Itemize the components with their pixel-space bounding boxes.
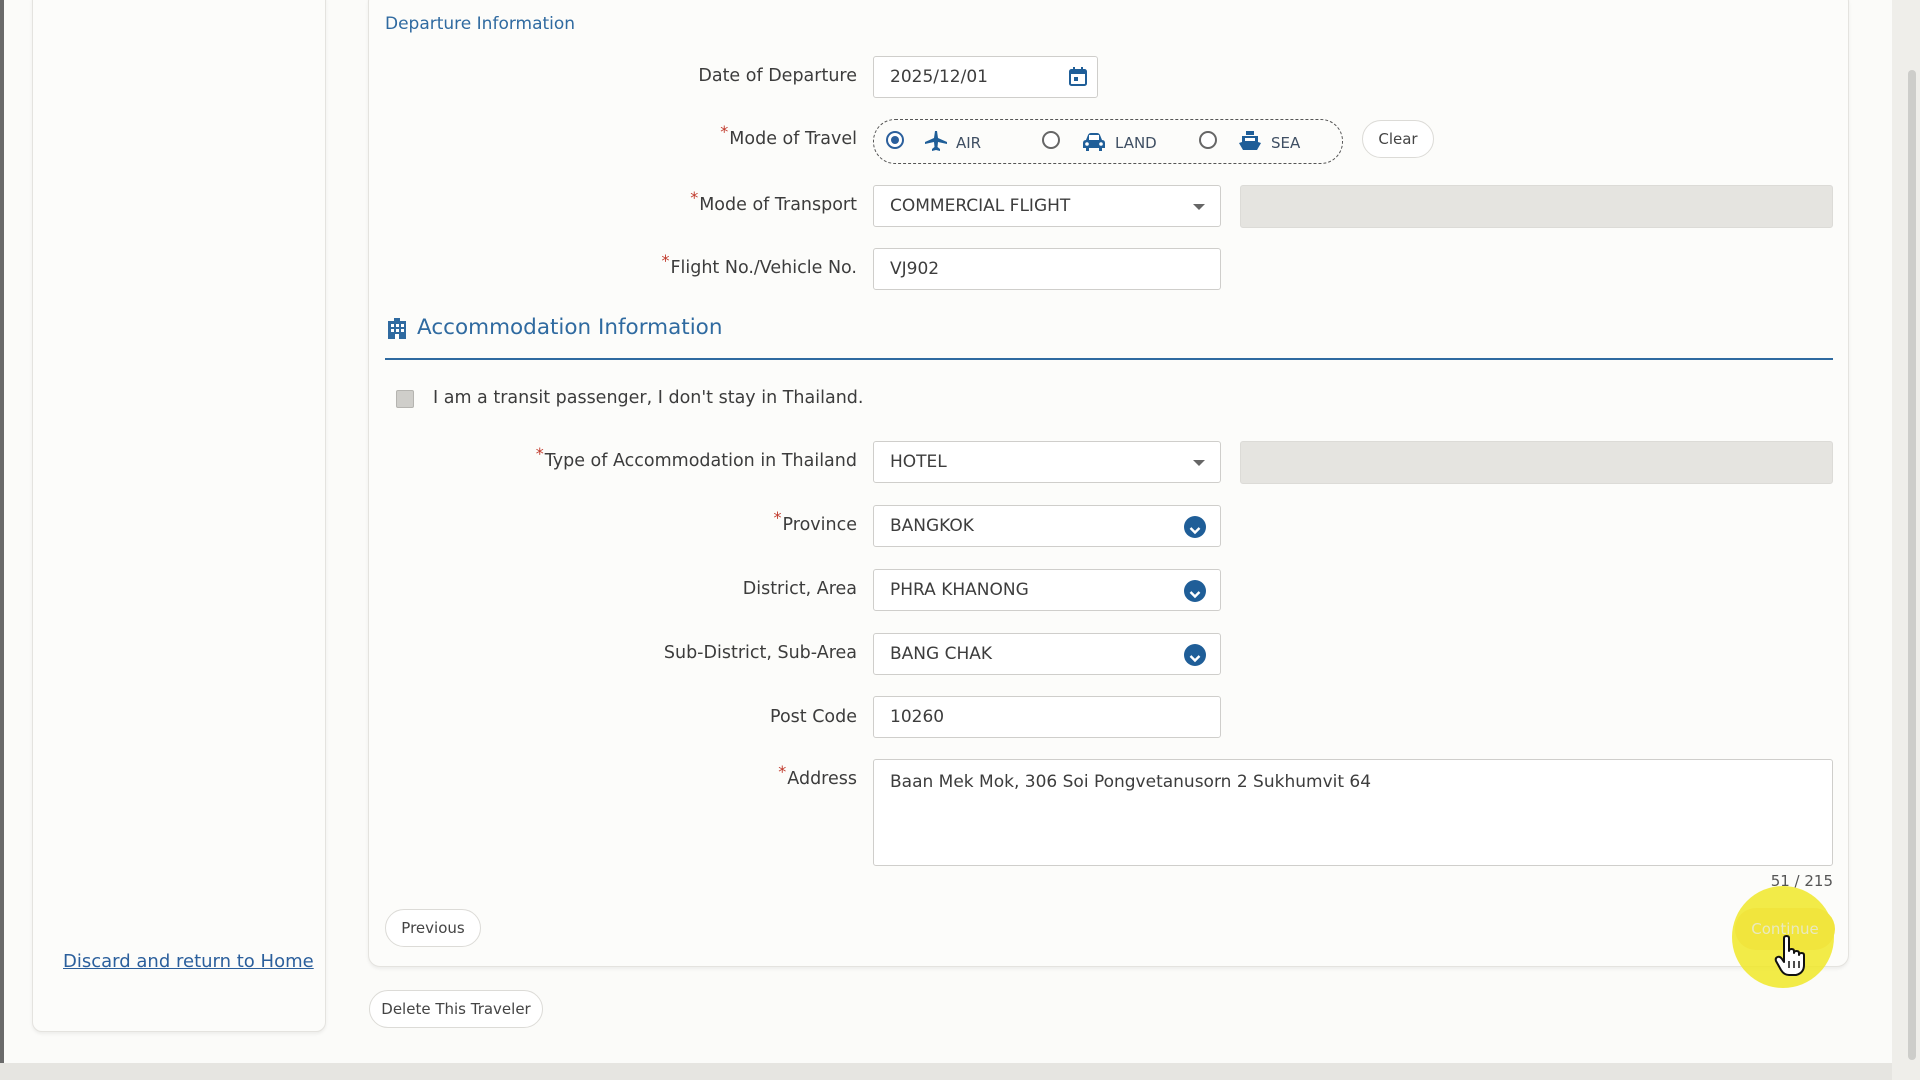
section-divider: [385, 358, 1833, 360]
required-asterisk: *: [661, 251, 670, 270]
postcode-label: Post Code: [770, 707, 857, 727]
district-label: District, Area: [742, 579, 857, 599]
car-icon: [1083, 133, 1105, 151]
hand-cursor-icon: [1774, 935, 1805, 976]
required-asterisk: *: [535, 444, 544, 463]
address-textarea[interactable]: Baan Mek Mok, 306 Soi Pongvetanusorn 2 S…: [873, 759, 1833, 866]
chevron-down-icon: [1193, 460, 1205, 466]
sea-radio[interactable]: [1199, 131, 1217, 149]
scrollbar-thumb[interactable]: [1908, 70, 1916, 1060]
air-radio[interactable]: [886, 131, 904, 149]
clear-button[interactable]: Clear: [1362, 120, 1434, 158]
date-of-departure-input[interactable]: 2025/12/01: [873, 56, 1098, 98]
plane-icon: [925, 131, 947, 151]
sidebar: [32, 0, 326, 1032]
province-select[interactable]: BANGKOK: [873, 505, 1221, 547]
scrollbar[interactable]: [1892, 0, 1920, 1080]
transit-passenger-checkbox[interactable]: [396, 390, 414, 408]
land-radio[interactable]: [1042, 131, 1060, 149]
chevron-down-icon[interactable]: [1184, 644, 1206, 666]
mode-of-travel-radio-group: AIR LAND SEA: [873, 119, 1343, 164]
district-value: PHRA KHANONG: [890, 580, 1029, 600]
mode-of-transport-select[interactable]: COMMERCIAL FLIGHT: [873, 185, 1221, 227]
province-label: *Province: [773, 508, 857, 535]
transit-passenger-label[interactable]: I am a transit passenger, I don't stay i…: [433, 388, 863, 408]
subdistrict-value: BANG CHAK: [890, 644, 993, 664]
subdistrict-label: Sub-District, Sub-Area: [663, 643, 857, 663]
mode-of-transport-label: *Mode of Transport: [690, 188, 857, 215]
sea-label[interactable]: SEA: [1271, 134, 1300, 152]
required-asterisk: *: [773, 508, 782, 527]
district-select[interactable]: PHRA KHANONG: [873, 569, 1221, 611]
province-value: BANGKOK: [890, 516, 974, 536]
postcode-value: 10260: [890, 707, 945, 727]
calendar-icon[interactable]: [1067, 66, 1089, 88]
air-label[interactable]: AIR: [956, 134, 981, 152]
accommodation-type-other-field: [1240, 441, 1833, 484]
flight-number-input[interactable]: VJ902: [873, 248, 1221, 290]
required-asterisk: *: [778, 762, 787, 781]
mode-of-travel-label: *Mode of Travel: [720, 122, 857, 149]
chevron-down-icon[interactable]: [1184, 580, 1206, 602]
chevron-down-icon[interactable]: [1184, 516, 1206, 538]
subdistrict-select[interactable]: BANG CHAK: [873, 633, 1221, 675]
accommodation-section-title: Accommodation Information: [417, 315, 723, 340]
accommodation-type-select[interactable]: HOTEL: [873, 441, 1221, 483]
mode-of-transport-value: COMMERCIAL FLIGHT: [890, 196, 1071, 216]
delete-traveler-button[interactable]: Delete This Traveler: [369, 990, 543, 1028]
accommodation-type-label: *Type of Accommodation in Thailand: [535, 444, 857, 471]
building-icon: [388, 318, 406, 339]
flight-number-value: VJ902: [890, 259, 940, 279]
required-asterisk: *: [690, 188, 699, 207]
address-label: *Address: [778, 762, 857, 789]
departure-section-title: Departure Information: [385, 14, 576, 34]
mode-of-transport-other-field: [1240, 185, 1833, 228]
chevron-down-icon: [1193, 204, 1205, 210]
discard-and-return-home-link[interactable]: Discard and return to Home: [63, 951, 314, 972]
accommodation-type-value: HOTEL: [890, 452, 947, 472]
ship-icon: [1239, 131, 1261, 150]
land-label[interactable]: LAND: [1115, 134, 1157, 152]
flight-number-label: *Flight No./Vehicle No.: [661, 251, 857, 278]
date-of-departure-value: 2025/12/01: [890, 67, 988, 87]
date-of-departure-label: Date of Departure: [698, 66, 857, 86]
previous-button[interactable]: Previous: [385, 909, 481, 947]
required-asterisk: *: [720, 122, 729, 141]
postcode-input[interactable]: 10260: [873, 696, 1221, 738]
